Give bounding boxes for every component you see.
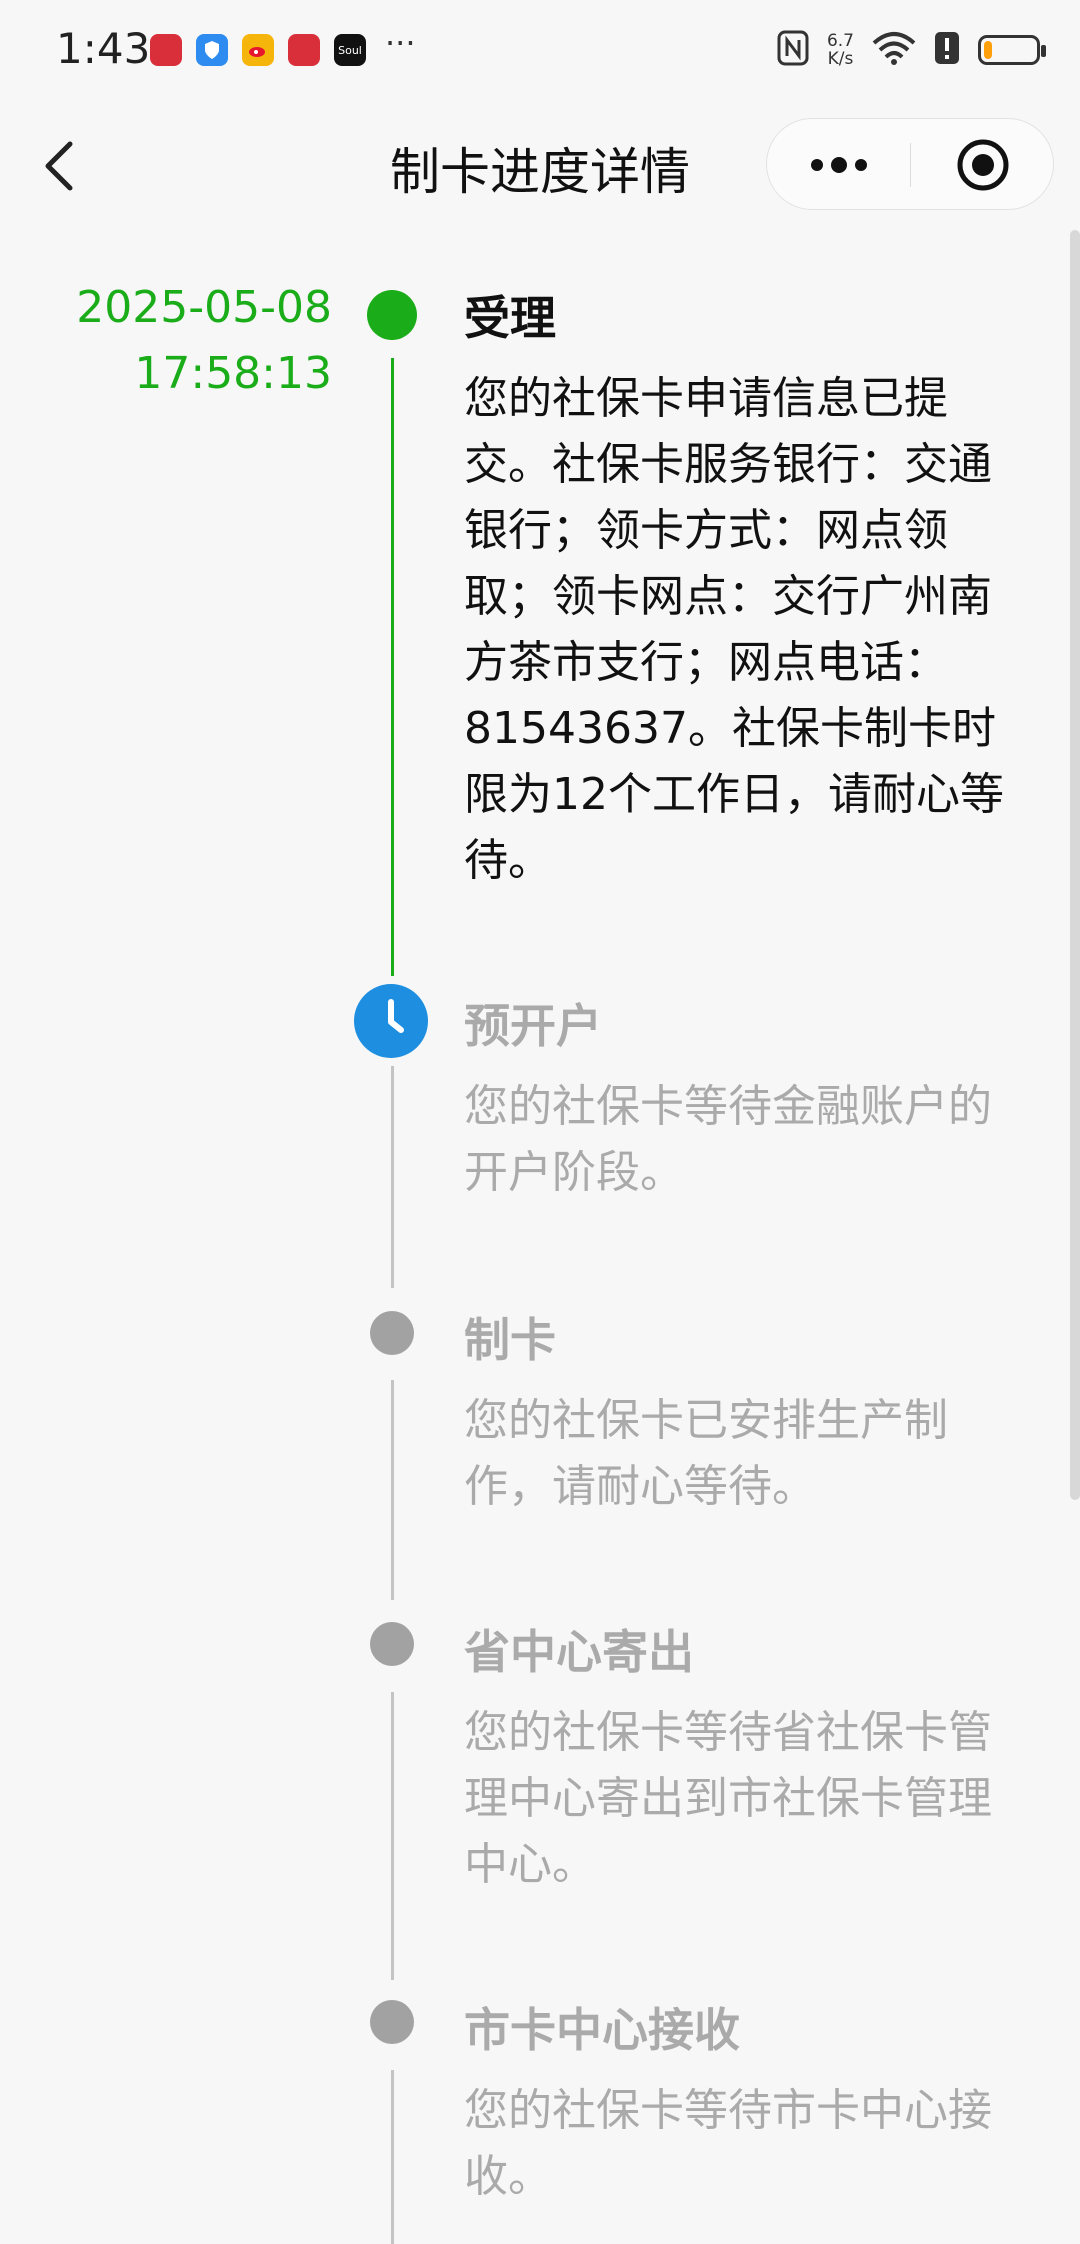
weibo-app-icon [242, 34, 274, 66]
battery-level [984, 41, 992, 59]
timeline-connector [391, 1692, 394, 1980]
system-icons: 6.7 K/s [777, 30, 1046, 70]
step-description: 您的社保卡等待金融账户的开户阶段。 [464, 1081, 992, 1198]
status-done-dot-icon [367, 290, 417, 340]
status-pending-dot-icon [370, 1311, 414, 1355]
alert-icon [934, 31, 960, 69]
timeline-connector [391, 2070, 394, 2244]
shield-app-icon [196, 34, 228, 66]
more-button[interactable] [767, 119, 910, 211]
step-time: 17:58:13 [134, 348, 332, 399]
close-button[interactable] [911, 119, 1054, 211]
more-dots-icon [810, 157, 867, 173]
notification-app-icons: Soul [150, 34, 366, 66]
battery-icon [978, 35, 1046, 65]
soul-app-icon: Soul [334, 34, 366, 66]
status-time: 1:43 [56, 24, 151, 73]
huawei-app-icon-2 [288, 34, 320, 66]
nfc-icon [777, 30, 809, 70]
step-title: 受理 [464, 291, 556, 345]
step-description: 您的社保卡已安排生产制作，请耐心等待。 [464, 1395, 948, 1512]
timeline-connector [391, 358, 394, 976]
huawei-app-icon [150, 34, 182, 66]
nav-bar: 制卡进度详情 [0, 110, 1080, 220]
timeline-connector [391, 1066, 394, 1288]
step-title: 省中心寄出 [464, 1625, 694, 1679]
step-description: 您的社保卡等待市卡中心接收。 [464, 2085, 992, 2202]
mini-program-capsule [766, 118, 1054, 210]
step-title: 制卡 [464, 1313, 556, 1367]
more-notifications-icon: ··· [385, 24, 416, 62]
net-speed: 6.7 K/s [826, 31, 854, 69]
scrollbar[interactable] [1070, 230, 1080, 1500]
status-pending-dot-icon [370, 1622, 414, 1666]
step-title: 市卡中心接收 [464, 2003, 740, 2057]
step-date: 2025-05-08 [76, 282, 332, 333]
step-title: 预开户 [464, 999, 602, 1053]
wifi-icon [872, 31, 916, 69]
step-description: 您的社保卡等待省社保卡管理中心寄出到市社保卡管理中心。 [464, 1707, 992, 1890]
clock-icon [354, 984, 428, 1058]
status-bar: 1:43 Soul ··· 6.7 K/s [0, 0, 1080, 100]
step-description: 您的社保卡申请信息已提交。社保卡服务银行：交通银行；领卡方式：网点领取；领卡网点… [464, 373, 1004, 886]
target-close-icon [957, 139, 1008, 191]
timeline-connector [391, 1380, 394, 1600]
status-pending-dot-icon [370, 2000, 414, 2044]
